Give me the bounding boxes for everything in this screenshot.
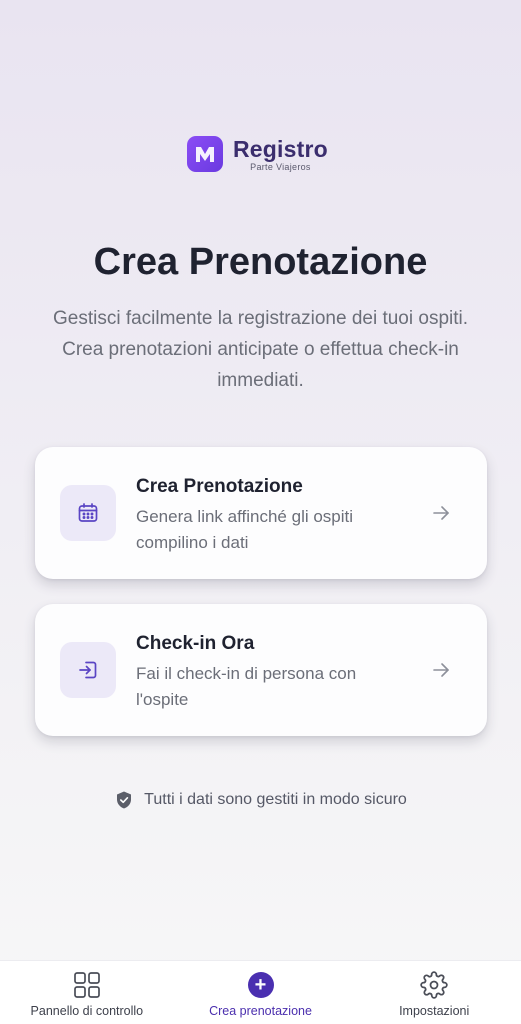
nav-item-create-reservation[interactable]: + Crea prenotazione: [174, 961, 348, 1024]
plus-circle-icon: +: [246, 970, 276, 1000]
logo-text: Registro Parte Viajeros: [233, 137, 328, 172]
grid-icon: [72, 970, 102, 1000]
card-description: Fai il check-in di persona con l'ospite: [136, 664, 357, 709]
nav-item-settings[interactable]: Impostazioni: [347, 961, 521, 1024]
app-logo: Registro Parte Viajeros: [187, 136, 328, 172]
secure-note-text: Tutti i dati sono gestiti in modo sicuro: [144, 791, 407, 808]
nav-label: Crea prenotazione: [209, 1004, 312, 1018]
check-in-icon: [60, 642, 116, 698]
arrow-right-icon: [433, 506, 449, 520]
bottom-navigation: Pannello di controllo + Crea prenotazion…: [0, 960, 521, 1024]
calendar-icon: [60, 485, 116, 541]
page-title: Crea Prenotazione: [93, 241, 428, 283]
card-description: Genera link affinché gli ospiti compilin…: [136, 507, 354, 552]
logo-name: Registro: [233, 135, 328, 162]
gear-icon: [419, 970, 449, 1000]
logo-mark-icon: [187, 136, 223, 172]
shield-check-icon: [117, 791, 132, 809]
card-title: Check-in Ora: [136, 633, 255, 654]
nav-label: Impostazioni: [399, 1004, 470, 1018]
logo-subtitle: Parte Viajeros: [250, 161, 311, 172]
page-subtitle: Gestisci facilmente la registrazione dei…: [52, 308, 469, 391]
card-title: Crea Prenotazione: [136, 476, 303, 497]
arrow-right-icon: [433, 663, 449, 677]
check-in-now-card[interactable]: Check-in Ora Fai il check-in di persona …: [35, 604, 487, 736]
nav-item-dashboard[interactable]: Pannello di controllo: [0, 961, 174, 1024]
app-screen: Registro Parte Viajeros Crea Prenotazion…: [0, 0, 521, 1024]
create-reservation-card[interactable]: Crea Prenotazione Genera link affinché g…: [35, 447, 487, 579]
nav-label: Pannello di controllo: [30, 1004, 144, 1018]
secure-note: Tutti i dati sono gestiti in modo sicuro: [0, 790, 521, 810]
